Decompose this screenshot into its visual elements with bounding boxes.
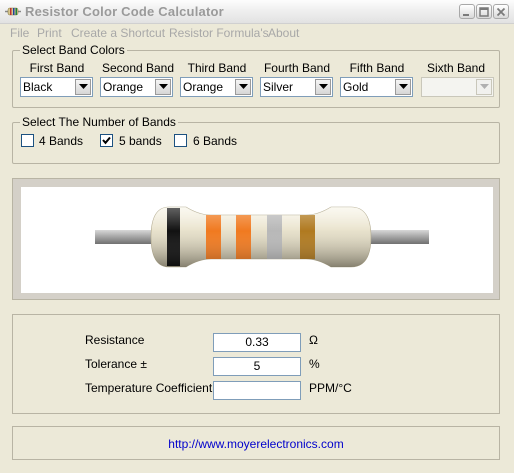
first-band-value: Black bbox=[23, 80, 53, 94]
menu-print[interactable]: Print bbox=[37, 26, 62, 40]
band-count-legend: Select The Number of Bands bbox=[20, 115, 178, 129]
fifth-band-select[interactable]: Gold bbox=[340, 77, 413, 97]
app-window: Resistor Color Code Calculator File Prin… bbox=[0, 0, 514, 473]
tempco-unit: PPM/°C bbox=[309, 381, 352, 395]
menu-file[interactable]: File bbox=[10, 26, 29, 40]
tolerance-label: Tolerance ± bbox=[85, 357, 147, 371]
band-colors-legend: Select Band Colors bbox=[20, 43, 127, 57]
first-band-label: First Band bbox=[29, 61, 85, 75]
menu-resistor-formulas[interactable]: Resistor Formula's bbox=[169, 26, 269, 40]
resistance-label: Resistance bbox=[85, 333, 145, 347]
second-band-select[interactable]: Orange bbox=[100, 77, 173, 97]
resistor-display-panel bbox=[12, 178, 500, 300]
maximize-button[interactable] bbox=[476, 4, 492, 19]
resistor-body-shading bbox=[151, 207, 371, 267]
fourth-band-value: Silver bbox=[263, 80, 294, 94]
five-bands-label[interactable]: 5 bands bbox=[119, 134, 162, 148]
minimize-icon bbox=[463, 14, 469, 16]
fourth-band-label: Fourth Band bbox=[263, 61, 331, 75]
close-button[interactable] bbox=[493, 4, 509, 19]
maximize-icon bbox=[479, 7, 489, 17]
menu-create-shortcut[interactable]: Create a Shortcut bbox=[71, 26, 165, 40]
band-count-group: Select The Number of Bands 4 Bands 5 ban… bbox=[12, 115, 500, 164]
six-bands-label[interactable]: 6 Bands bbox=[193, 134, 237, 148]
chevron-down-icon bbox=[79, 84, 88, 89]
sixth-band-label: Sixth Band bbox=[426, 61, 486, 75]
dropdown-arrow-button[interactable] bbox=[315, 79, 331, 95]
six-bands-checkbox[interactable] bbox=[174, 134, 187, 147]
results-panel: Resistance 0.33 Ω Tolerance ± 5 % Temper… bbox=[12, 314, 500, 414]
tolerance-unit: % bbox=[309, 357, 320, 371]
third-band-value: Orange bbox=[183, 80, 224, 94]
fifth-band-value: Gold bbox=[343, 80, 369, 94]
chevron-down-icon bbox=[399, 84, 408, 89]
menu-bar: File Print Create a Shortcut Resistor Fo… bbox=[0, 24, 514, 42]
fifth-band-label: Fifth Band bbox=[349, 61, 405, 75]
third-band-select[interactable]: Orange bbox=[180, 77, 253, 97]
chevron-down-icon bbox=[239, 84, 248, 89]
window-title: Resistor Color Code Calculator bbox=[25, 4, 224, 19]
resistor-app-icon bbox=[5, 7, 21, 16]
dropdown-arrow-button[interactable] bbox=[155, 79, 171, 95]
footer-panel: http://www.moyerelectronics.com bbox=[12, 426, 500, 460]
close-icon bbox=[496, 7, 506, 17]
second-band-value: Orange bbox=[103, 80, 144, 94]
sixth-band-select[interactable] bbox=[421, 77, 494, 97]
first-band-select[interactable]: Black bbox=[20, 77, 93, 97]
website-link[interactable]: http://www.moyerelectronics.com bbox=[13, 437, 499, 451]
tempco-output[interactable] bbox=[213, 381, 301, 400]
band-colors-group: Select Band Colors First Band Black Seco… bbox=[12, 43, 500, 108]
dropdown-arrow-button[interactable] bbox=[235, 79, 251, 95]
second-band-label: Second Band bbox=[101, 61, 175, 75]
four-bands-checkbox[interactable] bbox=[21, 134, 34, 147]
resistance-unit: Ω bbox=[309, 333, 318, 347]
four-bands-label[interactable]: 4 Bands bbox=[39, 134, 83, 148]
chevron-down-icon bbox=[319, 84, 328, 89]
resistor-display-area bbox=[21, 187, 493, 293]
tolerance-output[interactable]: 5 bbox=[213, 357, 301, 376]
minimize-button[interactable] bbox=[459, 4, 475, 19]
fourth-band-select[interactable]: Silver bbox=[260, 77, 333, 97]
chevron-down-icon bbox=[159, 84, 168, 89]
tempco-label: Temperature Coefficient bbox=[85, 381, 213, 395]
menu-about[interactable]: About bbox=[268, 26, 299, 40]
third-band-label: Third Band bbox=[187, 61, 247, 75]
chevron-down-icon bbox=[480, 84, 489, 89]
checkmark-icon bbox=[102, 136, 111, 145]
dropdown-arrow-button[interactable] bbox=[75, 79, 91, 95]
dropdown-arrow-button[interactable] bbox=[476, 79, 492, 95]
dropdown-arrow-button[interactable] bbox=[395, 79, 411, 95]
resistance-output[interactable]: 0.33 bbox=[213, 333, 301, 352]
five-bands-checkbox[interactable] bbox=[100, 134, 113, 147]
resistor-illustration bbox=[95, 206, 429, 268]
title-bar[interactable]: Resistor Color Code Calculator bbox=[0, 0, 514, 24]
